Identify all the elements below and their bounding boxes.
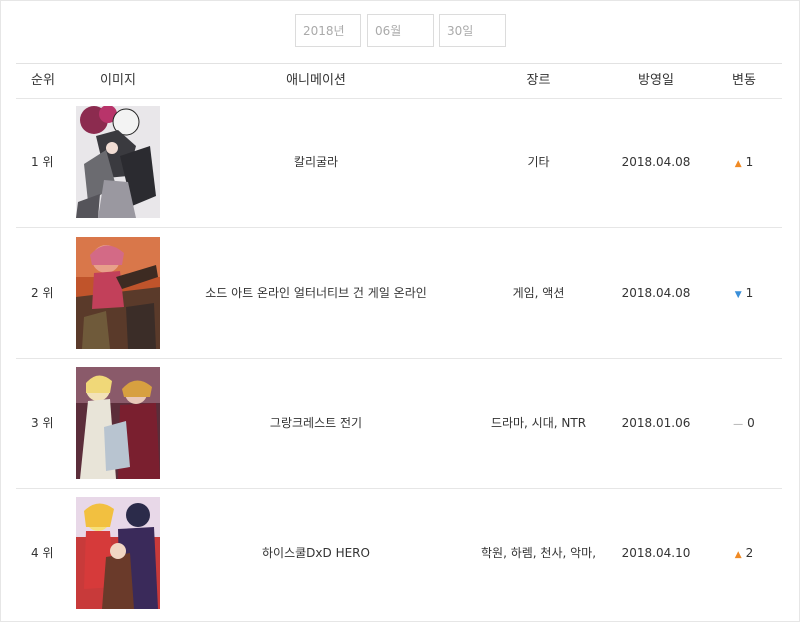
column-header-title: 애니메이션 — [286, 73, 346, 88]
rank-change-value: 1 — [745, 155, 754, 169]
column-header-rank: 순위 — [31, 73, 55, 88]
poster-image[interactable] — [76, 367, 160, 479]
genre-text: 게임, 액션 — [512, 286, 565, 300]
column-header-air-date: 방영일 — [638, 73, 674, 88]
rank-label: 4 위 — [31, 546, 54, 560]
rank-change-value: 0 — [747, 416, 755, 430]
month-select[interactable]: 06월 — [367, 14, 434, 47]
rank-change: ▼ 1 — [706, 228, 782, 358]
anime-title[interactable]: 그랑크레스트 전기 — [166, 358, 466, 488]
year-select[interactable]: 2018년 — [295, 14, 361, 47]
column-header-change: 변동 — [732, 73, 756, 88]
air-date: 2018.04.08 — [621, 155, 691, 169]
anime-title[interactable]: 칼리굴라 — [166, 97, 466, 227]
air-date: 2018.04.10 — [621, 546, 691, 560]
genre-text: 학원, 하렘, 천사, 악마, — [480, 546, 597, 560]
table-row[interactable]: 3 위 그랑크레스트 전기 드라마, 시대, NTR 2018.01.06 —0 — [16, 358, 782, 489]
rank-change: —0 — [706, 358, 782, 488]
rank-change-value: 2 — [745, 546, 754, 560]
table-header: 순위 이미지 애니메이션 장르 방영일 변동 — [16, 63, 782, 99]
rank-label: 3 위 — [31, 416, 54, 430]
anime-title[interactable]: 하이스쿨DxD HERO — [166, 488, 466, 618]
day-select[interactable]: 30일 — [439, 14, 506, 47]
rank-label: 1 위 — [31, 155, 54, 169]
rank-change: ▲ 2 — [706, 488, 782, 618]
rank-label: 2 위 — [31, 286, 54, 300]
genre-text: 기타 — [527, 155, 550, 169]
air-date: 2018.01.06 — [621, 416, 691, 430]
arrow-up-icon: ▲ — [734, 550, 742, 560]
anime-title[interactable]: 소드 아트 온라인 얼터너티브 건 게일 온라인 — [166, 228, 466, 358]
arrow-down-icon: ▼ — [734, 290, 742, 300]
genre-text: 드라마, 시대, NTR — [490, 416, 587, 430]
table-row[interactable]: 1 위 칼리굴라 기타 2018.04.08 ▲ 1 — [16, 97, 782, 228]
poster-image[interactable] — [76, 106, 160, 218]
dash-icon: — — [733, 419, 744, 430]
poster-image[interactable] — [76, 237, 160, 349]
air-date: 2018.04.08 — [621, 286, 691, 300]
poster-image[interactable] — [76, 497, 160, 609]
rank-change: ▲ 1 — [706, 97, 782, 227]
table-row[interactable]: 2 위 소드 아트 온라인 얼터너티브 건 게일 온라인 게임, 액션 2018… — [16, 228, 782, 359]
table-row[interactable]: 4 위 하이스쿨DxD HERO 학원, 하렘, 천사, 악마, 2018.04… — [16, 488, 782, 622]
arrow-up-icon: ▲ — [734, 159, 742, 169]
rank-change-value: 1 — [745, 286, 754, 300]
column-header-image: 이미지 — [100, 73, 136, 88]
column-header-genre: 장르 — [526, 73, 551, 88]
date-selector: 2018년 06월 30일 — [0, 14, 800, 49]
